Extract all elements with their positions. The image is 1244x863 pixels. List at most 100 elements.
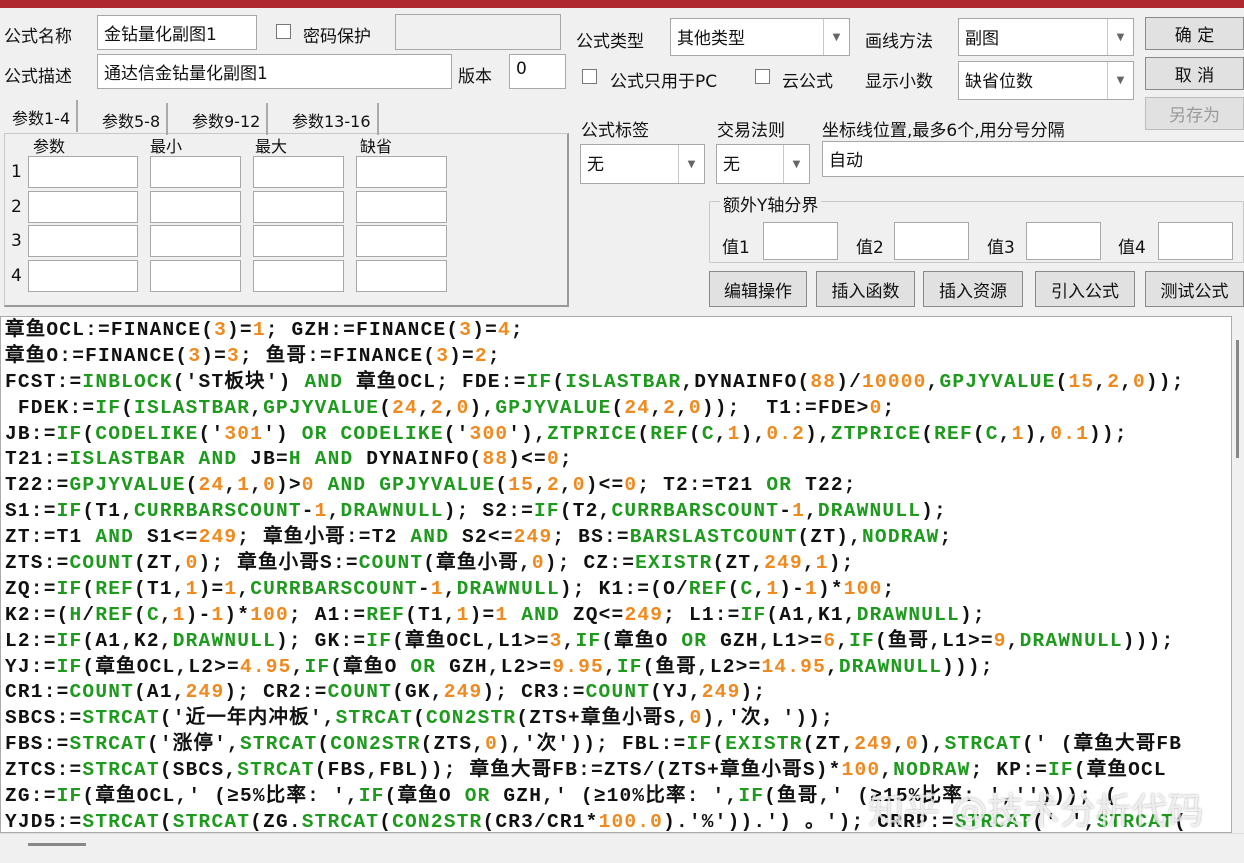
param-default-input[interactable] bbox=[356, 191, 447, 223]
formula-type-label: 公式类型 bbox=[576, 32, 644, 52]
code-keyword: EXISTR bbox=[725, 733, 803, 756]
formula-type-select[interactable]: 其他类型 ▼ bbox=[670, 18, 850, 56]
save-as-button[interactable]: 另存为 bbox=[1145, 97, 1244, 130]
code-keyword: DRAWNULL bbox=[456, 577, 560, 600]
code-text: , bbox=[562, 629, 576, 652]
code-editor[interactable]: 章鱼OCL:=FINANCE(3)=1; GZH:=FINANCE(3)=4; 章… bbox=[0, 316, 1232, 833]
param-min-input[interactable] bbox=[150, 225, 241, 257]
code-number: 1 bbox=[211, 603, 225, 626]
code-line: ZTCS:=STRCAT(SBCS,STRCAT(FBS,FBL)); 章鱼大哥… bbox=[5, 757, 1227, 783]
formula-tag-select[interactable]: 无 ▼ bbox=[580, 144, 705, 184]
formula-tag-label: 公式标签 bbox=[581, 121, 649, 141]
code-text: ') bbox=[263, 422, 302, 445]
code-keyword: STRCAT bbox=[69, 733, 147, 756]
code-text: ( bbox=[413, 707, 426, 730]
code-keyword: H bbox=[288, 448, 302, 471]
code-text: - bbox=[417, 577, 431, 600]
code-text: ZG:= bbox=[5, 785, 57, 808]
axis-position-input[interactable]: 自动 bbox=[822, 141, 1244, 177]
insert-function-button[interactable]: 插入函数 bbox=[816, 271, 915, 307]
code-text: S2<= bbox=[449, 526, 514, 549]
tab-params-13-16[interactable]: 参数13-16 bbox=[286, 103, 379, 135]
code-text: T22; bbox=[792, 474, 857, 497]
code-text: ; bbox=[559, 448, 573, 471]
code-text: ; BS:= bbox=[552, 526, 630, 549]
code-keyword: BARSLASTCOUNT bbox=[629, 526, 798, 549]
code-keyword: COUNT bbox=[69, 681, 135, 704]
code-text: SBCS:= bbox=[5, 707, 83, 730]
edit-operations-button[interactable]: 编辑操作 bbox=[709, 271, 807, 307]
param-default-input[interactable] bbox=[356, 156, 447, 188]
trade-rule-select[interactable]: 无 ▼ bbox=[716, 144, 810, 184]
code-keyword: IF bbox=[1048, 759, 1074, 782]
tab-params-5-8[interactable]: 参数5-8 bbox=[96, 103, 169, 135]
cancel-button[interactable]: 取 消 bbox=[1145, 57, 1244, 90]
code-number: 249 bbox=[624, 603, 664, 626]
version-input[interactable]: 0 bbox=[509, 54, 566, 89]
draw-method-select[interactable]: 副图 ▼ bbox=[958, 18, 1134, 56]
vertical-scrollbar-thumb[interactable] bbox=[1236, 340, 1239, 458]
code-text: , bbox=[224, 474, 238, 497]
value2-input[interactable] bbox=[894, 222, 969, 260]
param-min-input[interactable] bbox=[150, 156, 241, 188]
code-keyword: DRAWNULL bbox=[856, 603, 960, 626]
code-keyword: COUNT bbox=[327, 681, 393, 704]
value3-input[interactable] bbox=[1026, 222, 1101, 260]
decimals-select[interactable]: 缺省位数 ▼ bbox=[958, 61, 1134, 100]
param-name-input[interactable] bbox=[28, 225, 138, 257]
horizontal-scrollbar-thumb[interactable] bbox=[28, 843, 86, 846]
code-keyword: AND bbox=[304, 370, 344, 393]
code-keyword: NODRAW bbox=[893, 759, 971, 782]
param-default-input[interactable] bbox=[356, 225, 447, 257]
horizontal-scrollbar[interactable] bbox=[0, 833, 1244, 857]
tab-params-1-4[interactable]: 参数1-4 bbox=[6, 100, 79, 132]
cloud-formula-checkbox[interactable] bbox=[755, 69, 770, 84]
code-number: 1 bbox=[314, 500, 328, 523]
code-number: 2 bbox=[430, 396, 444, 419]
formula-name-input[interactable]: 金钻量化副图1 bbox=[97, 15, 257, 50]
code-keyword: DRAWNULL bbox=[817, 500, 922, 523]
code-text: ZQ<= bbox=[559, 603, 625, 626]
insert-resource-button[interactable]: 插入资源 bbox=[923, 271, 1023, 307]
code-text: , bbox=[714, 422, 728, 445]
param-name-input[interactable] bbox=[28, 260, 138, 292]
value1-input[interactable] bbox=[763, 222, 838, 260]
code-keyword: GPJYVALUE bbox=[263, 396, 380, 419]
code-number: 1 bbox=[815, 552, 829, 575]
code-keyword: REF bbox=[934, 422, 973, 445]
code-text: (T1, bbox=[134, 577, 186, 600]
param-max-input[interactable] bbox=[253, 156, 344, 188]
code-keyword: REF bbox=[650, 422, 689, 445]
code-keyword: C bbox=[701, 422, 715, 445]
code-text: (鱼哥,L1>= bbox=[874, 629, 994, 652]
test-formula-button[interactable]: 测试公式 bbox=[1145, 271, 1244, 307]
formula-desc-input[interactable]: 通达信金钻量化副图1 bbox=[97, 54, 452, 89]
code-text: )/ bbox=[836, 370, 863, 393]
code-line: SBCS:=STRCAT('近一年内冲板',STRCAT(CON2STR(ZTS… bbox=[5, 705, 1227, 731]
param-max-input[interactable] bbox=[253, 260, 344, 292]
code-text: ZT:=T1 bbox=[5, 526, 96, 549]
password-protect-checkbox[interactable] bbox=[276, 24, 291, 39]
code-text: ); 章鱼小哥S:= bbox=[198, 552, 359, 575]
code-text: , bbox=[836, 629, 850, 652]
tab-params-9-12[interactable]: 参数9-12 bbox=[186, 103, 269, 135]
param-max-input[interactable] bbox=[253, 191, 344, 223]
code-line: 章鱼OCL:=FINANCE(3)=1; GZH:=FINANCE(3)=4; bbox=[5, 317, 1227, 343]
code-number: 100.0 bbox=[598, 810, 664, 833]
code-text: , bbox=[998, 422, 1012, 445]
ok-button[interactable]: 确 定 bbox=[1145, 17, 1244, 50]
param-default-input[interactable] bbox=[356, 260, 447, 292]
param-min-input[interactable] bbox=[150, 260, 241, 292]
pc-only-checkbox[interactable] bbox=[582, 69, 597, 84]
code-keyword: IF bbox=[358, 785, 385, 808]
param-max-input[interactable] bbox=[253, 225, 344, 257]
import-formula-button[interactable]: 引入公式 bbox=[1035, 271, 1135, 307]
param-name-input[interactable] bbox=[28, 156, 138, 188]
param-min-input[interactable] bbox=[150, 191, 241, 223]
decimals-label: 显示小数 bbox=[865, 72, 933, 92]
param-name-input[interactable] bbox=[28, 191, 138, 223]
value4-input[interactable] bbox=[1158, 222, 1233, 260]
code-text: ); bbox=[959, 603, 986, 626]
code-text: )- bbox=[779, 577, 806, 600]
